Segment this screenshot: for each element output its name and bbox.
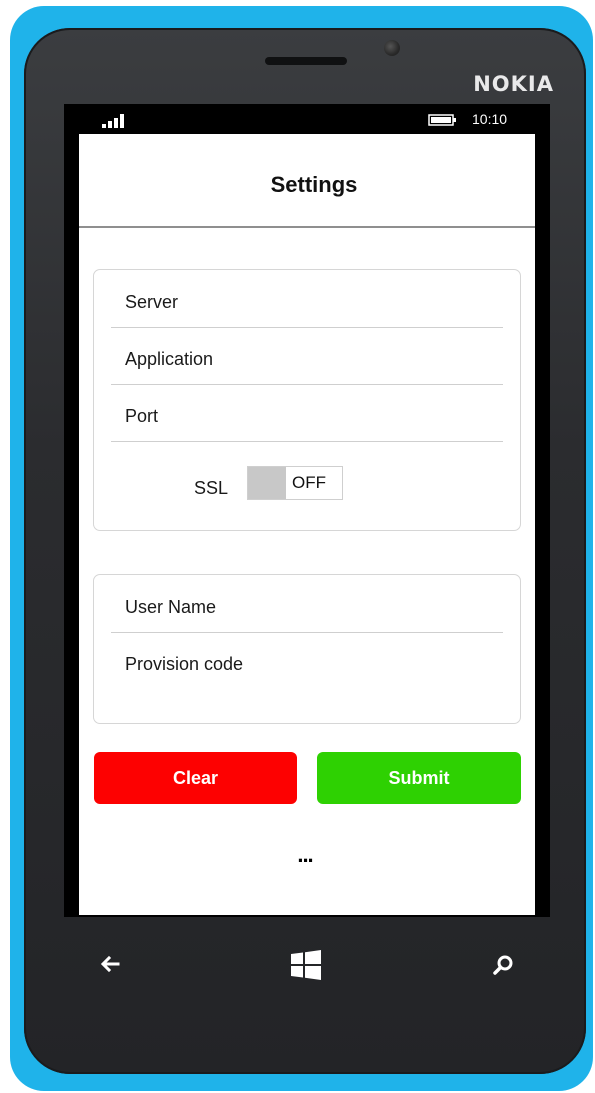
- provision-code-field-label: Provision code: [125, 654, 244, 674]
- back-arrow-icon[interactable]: [98, 952, 122, 976]
- status-bar: 10:10: [64, 104, 550, 134]
- hardware-nav-bar: [64, 930, 550, 1000]
- search-icon[interactable]: [492, 954, 514, 976]
- application-field-label: Application: [125, 349, 214, 369]
- ssl-toggle-knob[interactable]: [248, 467, 286, 499]
- provision-code-field[interactable]: Provision code: [111, 632, 503, 689]
- earpiece-speaker: [265, 57, 347, 65]
- ssl-row: SSL OFF: [94, 466, 520, 506]
- user-settings-card: User Name Provision code: [93, 574, 521, 724]
- brand-logo: NOKIA: [473, 72, 554, 96]
- ssl-toggle-state: OFF: [292, 473, 326, 492]
- settings-app: Settings Server Application Port SSL OFF…: [79, 134, 535, 915]
- submit-button[interactable]: Submit: [317, 752, 521, 804]
- front-camera: [384, 40, 400, 56]
- server-settings-card: Server Application Port SSL OFF: [93, 269, 521, 531]
- port-field-label: Port: [125, 406, 159, 426]
- windows-logo-icon[interactable]: [290, 950, 322, 980]
- battery-icon: [428, 114, 456, 126]
- status-time: 10:10: [472, 111, 508, 127]
- user-name-field[interactable]: User Name: [111, 575, 503, 633]
- page-title: Settings: [270, 172, 358, 197]
- application-field[interactable]: Application: [111, 327, 503, 385]
- port-field[interactable]: Port: [111, 384, 503, 442]
- page-header: Settings: [79, 134, 535, 228]
- ssl-label: SSL: [194, 478, 229, 498]
- user-name-field-label: User Name: [125, 597, 217, 617]
- app-bar-more-button[interactable]: ...: [285, 842, 325, 868]
- signal-bars-icon: [102, 114, 132, 128]
- server-field-label: Server: [125, 292, 179, 312]
- server-field[interactable]: Server: [111, 270, 503, 328]
- clear-button[interactable]: Clear: [94, 752, 297, 804]
- ssl-toggle[interactable]: OFF: [247, 466, 343, 500]
